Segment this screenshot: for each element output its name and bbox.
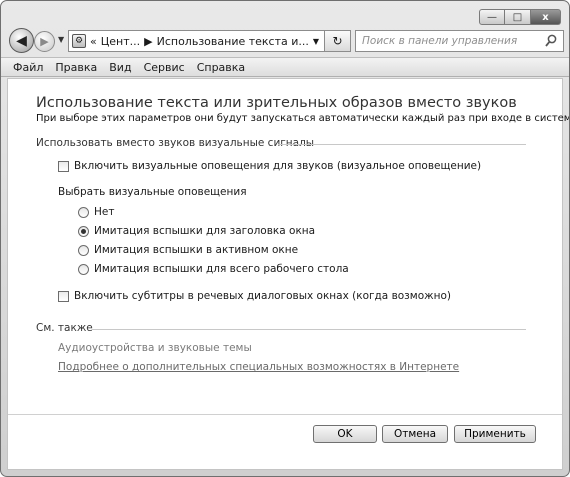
menu-help[interactable]: Справка bbox=[191, 61, 251, 74]
captions-checkbox[interactable] bbox=[58, 290, 69, 302]
radio-button[interactable] bbox=[78, 244, 89, 256]
control-panel-window: — □ x ◀ ▶ ▼ ⚙ « Цент... ▶ Использование … bbox=[0, 0, 570, 477]
menu-tools[interactable]: Сервис bbox=[138, 61, 191, 74]
apply-button[interactable]: Применить bbox=[454, 425, 536, 443]
minimize-button[interactable]: — bbox=[479, 9, 505, 25]
refresh-icon: ↻ bbox=[332, 34, 343, 48]
menu-bar: Файл Правка Вид Сервис Справка bbox=[1, 57, 569, 77]
captions-checkbox-row[interactable]: Включить субтитры в речевых диалоговых о… bbox=[58, 290, 451, 302]
forward-arrow-icon: ▶ bbox=[40, 35, 49, 48]
ok-button[interactable]: OK bbox=[313, 425, 377, 443]
content-area: Использование текста или зрительных обра… bbox=[7, 78, 569, 470]
page-title: Использование текста или зрительных обра… bbox=[36, 95, 517, 111]
caption-buttons: — □ x bbox=[479, 9, 561, 25]
overflow-chevron-icon[interactable]: « bbox=[90, 35, 97, 48]
control-panel-icon: ⚙ bbox=[72, 34, 86, 48]
visual-notifications-checkbox[interactable] bbox=[58, 160, 69, 172]
back-button[interactable]: ◀ bbox=[9, 28, 34, 53]
radio-label[interactable]: Нет bbox=[94, 206, 114, 218]
address-row: ◀ ▶ ▼ ⚙ « Цент... ▶ Использование текста… bbox=[1, 28, 569, 54]
captions-label[interactable]: Включить субтитры в речевых диалоговых о… bbox=[74, 290, 451, 302]
radio-button[interactable] bbox=[78, 206, 89, 218]
refresh-button[interactable]: ↻ bbox=[325, 30, 351, 52]
radio-label[interactable]: Имитация вспышки для заголовка окна bbox=[94, 225, 315, 237]
radio-label[interactable]: Имитация вспышки в активном окне bbox=[94, 244, 298, 256]
see-also-online-accessibility-link[interactable]: Подробнее о дополнительных специальных в… bbox=[58, 361, 459, 373]
menu-view[interactable]: Вид bbox=[103, 61, 137, 74]
maximize-button[interactable]: □ bbox=[505, 9, 531, 25]
radio-option-none[interactable]: Нет bbox=[78, 206, 114, 218]
see-also-audio-devices[interactable]: Аудиоустройства и звуковые темы bbox=[58, 342, 252, 354]
button-bar-divider bbox=[8, 414, 562, 415]
radio-option-flash-caption[interactable]: Имитация вспышки для заголовка окна bbox=[78, 225, 315, 237]
menu-edit[interactable]: Правка bbox=[49, 61, 103, 74]
visual-notifications-checkbox-row[interactable]: Включить визуальные оповещения для звуко… bbox=[58, 160, 481, 172]
search-icon[interactable] bbox=[545, 34, 557, 48]
breadcrumb-center[interactable]: Цент... bbox=[101, 35, 140, 48]
section-heading-visual-signals: Использовать вместо звуков визуальные си… bbox=[36, 137, 315, 149]
section-divider bbox=[278, 144, 526, 145]
search-box[interactable] bbox=[355, 30, 564, 52]
recent-pages-dropdown[interactable]: ▼ bbox=[58, 35, 64, 44]
menu-file[interactable]: Файл bbox=[7, 61, 49, 74]
radio-label[interactable]: Имитация вспышки для всего рабочего стол… bbox=[94, 263, 349, 275]
radio-button[interactable] bbox=[78, 263, 89, 275]
search-input[interactable] bbox=[356, 31, 536, 51]
radio-option-flash-desktop[interactable]: Имитация вспышки для всего рабочего стол… bbox=[78, 263, 349, 275]
radio-button-selected[interactable] bbox=[78, 225, 89, 237]
see-also-divider bbox=[92, 329, 526, 330]
close-button[interactable]: x bbox=[531, 9, 561, 25]
visual-notifications-label[interactable]: Включить визуальные оповещения для звуко… bbox=[74, 160, 481, 172]
radio-option-flash-active-window[interactable]: Имитация вспышки в активном окне bbox=[78, 244, 298, 256]
breadcrumb-current[interactable]: Использование текста и... bbox=[157, 35, 309, 48]
choose-visual-notification-label: Выбрать визуальные оповещения bbox=[58, 186, 247, 198]
address-dropdown-icon[interactable]: ▼ bbox=[313, 37, 319, 46]
breadcrumb-separator-icon[interactable]: ▶ bbox=[144, 35, 152, 48]
back-arrow-icon: ◀ bbox=[16, 32, 27, 49]
forward-button[interactable]: ▶ bbox=[34, 31, 55, 52]
see-also-heading: См. также bbox=[36, 322, 93, 334]
page-description: При выборе этих параметров они будут зап… bbox=[36, 113, 570, 124]
cancel-button[interactable]: Отмена bbox=[382, 425, 448, 443]
address-bar[interactable]: ⚙ « Цент... ▶ Использование текста и... … bbox=[68, 30, 325, 52]
